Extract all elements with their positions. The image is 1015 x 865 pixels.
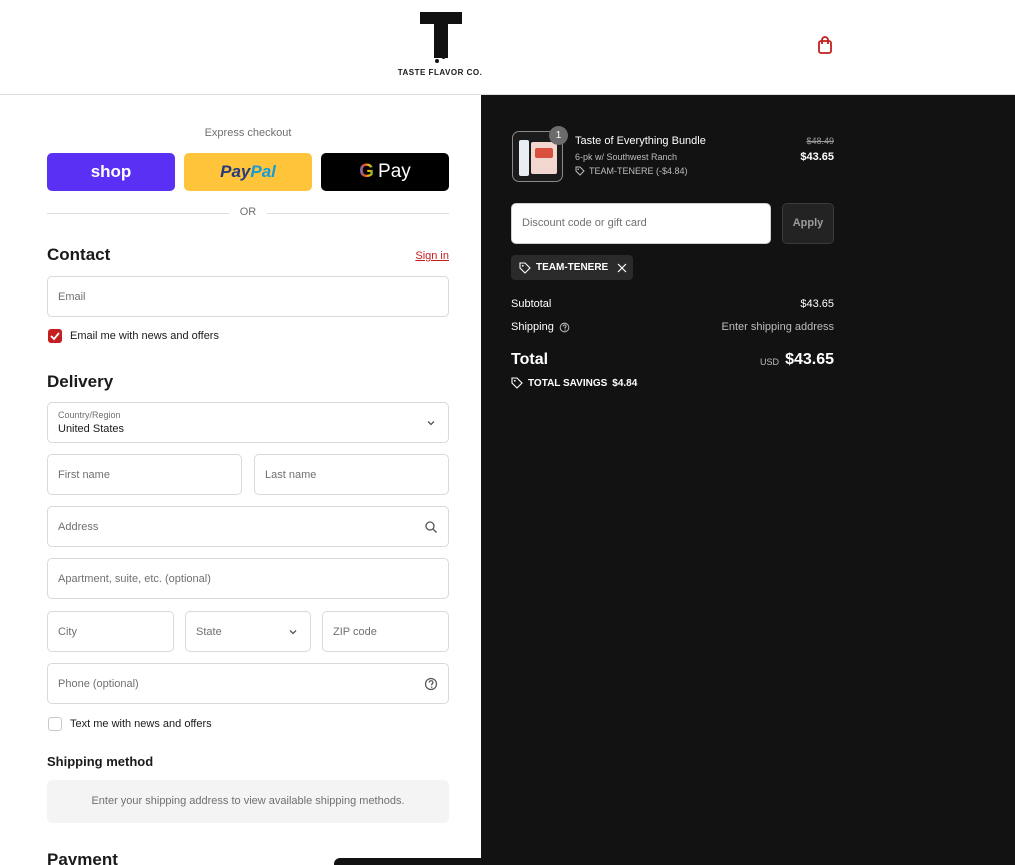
original-price: $48.49 [806, 136, 834, 146]
zip-placeholder: ZIP code [333, 625, 377, 638]
total-savings: TOTAL SAVINGS $4.84 [511, 377, 637, 389]
city-placeholder: City [58, 625, 77, 638]
or-divider: OR [47, 206, 449, 220]
state-select[interactable]: State [185, 611, 311, 652]
address-placeholder: Address [58, 520, 99, 533]
shop-pay-label: shop [90, 162, 132, 181]
shipping-value: Enter shipping address [721, 321, 834, 333]
shop-pay-button[interactable]: shop [47, 153, 175, 191]
divider-line [267, 213, 449, 214]
tag-icon [511, 377, 523, 389]
google-pay-label: Pay [378, 161, 411, 182]
chevron-down-icon [289, 629, 297, 634]
help-circle-icon[interactable] [424, 677, 438, 691]
shipping-method-heading: Shipping method [47, 754, 154, 769]
product-variant: 6-pk w/ Southwest Ranch [575, 152, 678, 162]
total-value: $43.65 [785, 351, 834, 368]
shipping-row-label: Shipping [511, 321, 570, 333]
checkout-form: Express checkout shop PayPal G Pay OR Co… [0, 95, 481, 865]
apartment-placeholder: Apartment, suite, etc. (optional) [58, 572, 211, 585]
apply-discount-button[interactable]: Apply [782, 203, 834, 244]
phone-field[interactable]: Phone (optional) [47, 663, 449, 704]
tag-icon [519, 261, 531, 274]
product-discount-text: TEAM-TENERE (-$4.84) [589, 166, 688, 176]
email-field[interactable]: Email [47, 276, 449, 317]
newsletter-label: Email me with news and offers [70, 330, 219, 342]
delivery-heading: Delivery [47, 372, 114, 391]
header: TASTE FLAVOR CO. [0, 0, 1015, 95]
phone-placeholder: Phone (optional) [58, 677, 139, 690]
discount-code-input[interactable]: Discount code or gift card [511, 203, 771, 244]
help-circle-icon[interactable] [559, 322, 570, 333]
express-checkout-label: Express checkout [204, 127, 292, 139]
paypal-logo: PayPal [220, 162, 276, 181]
bottom-bar [334, 858, 547, 865]
or-label: OR [239, 206, 257, 218]
shipping-method-message: Enter your shipping address to view avai… [91, 795, 405, 807]
email-placeholder: Email [58, 290, 86, 303]
applied-discount-code: TEAM-TENERE [536, 262, 609, 273]
quantity-badge: 1 [549, 126, 568, 145]
country-select[interactable]: Country/Region United States [47, 402, 449, 443]
last-name-field[interactable]: Last name [254, 454, 449, 495]
product-discount: TEAM-TENERE (-$4.84) [575, 166, 688, 176]
savings-value: $4.84 [612, 377, 638, 389]
contact-heading: Contact [47, 245, 111, 264]
logo-text: TASTE FLAVOR CO. [397, 68, 483, 77]
shopping-bag-icon[interactable] [815, 35, 835, 55]
checkmark-icon [50, 332, 60, 341]
applied-discount-chip: TEAM-TENERE [511, 255, 633, 280]
first-name-placeholder: First name [58, 468, 110, 481]
product-can [519, 140, 529, 176]
product-label [535, 148, 553, 158]
remove-discount-icon[interactable] [617, 263, 627, 273]
shipping-method-notice: Enter your shipping address to view avai… [47, 780, 449, 823]
final-price: $43.65 [800, 151, 834, 163]
product-title: Taste of Everything Bundle [575, 135, 706, 147]
sign-in-link[interactable]: Sign in [400, 250, 449, 262]
address-field[interactable]: Address [47, 506, 449, 547]
order-summary: 1 Taste of Everything Bundle 6-pk w/ Sou… [481, 95, 1015, 865]
zip-field[interactable]: ZIP code [322, 611, 449, 652]
payment-heading: Payment [47, 850, 118, 865]
google-pay-button[interactable]: G Pay [321, 153, 449, 191]
total-currency: USD [759, 357, 779, 367]
subtotal-value: $43.65 [800, 298, 834, 310]
total-label: Total [511, 351, 549, 368]
sms-label: Text me with news and offers [70, 718, 212, 730]
product-box [531, 142, 557, 174]
logo-mark-icon [420, 12, 462, 63]
first-name-field[interactable]: First name [47, 454, 242, 495]
city-field[interactable]: City [47, 611, 174, 652]
newsletter-checkbox[interactable] [48, 329, 62, 343]
country-value: United States [58, 423, 125, 435]
shipping-label: Shipping [511, 321, 554, 333]
country-label: Country/Region [58, 410, 121, 420]
last-name-placeholder: Last name [265, 468, 317, 481]
apartment-field[interactable]: Apartment, suite, etc. (optional) [47, 558, 449, 599]
sms-checkbox[interactable] [48, 717, 62, 731]
savings-label: TOTAL SAVINGS [528, 377, 608, 389]
discount-code-placeholder: Discount code or gift card [522, 217, 647, 229]
paypal-button[interactable]: PayPal [184, 153, 312, 191]
brand-logo[interactable]: TASTE FLAVOR CO. [395, 10, 485, 82]
state-placeholder: State [196, 625, 222, 638]
google-g-icon: G [359, 161, 375, 182]
tag-icon [575, 166, 585, 176]
chevron-down-icon [427, 420, 435, 425]
subtotal-label: Subtotal [511, 298, 552, 310]
search-icon [425, 520, 437, 533]
